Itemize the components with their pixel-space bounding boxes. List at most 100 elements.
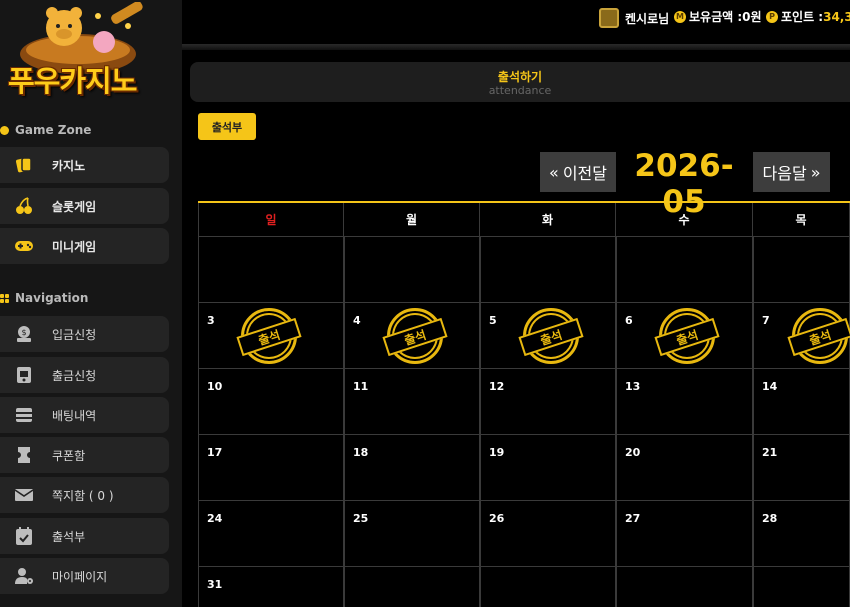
calendar-day-cell: 13 bbox=[616, 369, 753, 435]
calendar-day-cell bbox=[616, 237, 753, 303]
attendance-stamp-icon: 출석 bbox=[654, 308, 720, 364]
calendar-day-cell: 14 bbox=[753, 369, 850, 435]
calendar-day-cell: 26 bbox=[480, 501, 616, 567]
balance-info: M 보유금액 : 0원 bbox=[674, 8, 762, 25]
prev-month-button[interactable]: « 이전달 bbox=[540, 152, 616, 192]
calendar-day-cell: 7 출석 bbox=[753, 303, 850, 369]
sidebar-item-minigame[interactable]: 미니게임 bbox=[0, 228, 169, 264]
stamp-text: 출석 bbox=[382, 317, 448, 357]
day-number: 20 bbox=[625, 446, 641, 459]
point-icon: P bbox=[766, 10, 778, 23]
calendar-day-cell: 3 출석 bbox=[198, 303, 344, 369]
sidebar-item-label: 출금신청 bbox=[52, 368, 97, 383]
day-number: 5 bbox=[489, 314, 497, 327]
calendar-day-cell: 5 출석 bbox=[480, 303, 616, 369]
sidebar-item-withdraw[interactable]: 출금신청 bbox=[0, 357, 169, 393]
withdraw-icon bbox=[14, 365, 34, 385]
day-number: 25 bbox=[353, 512, 369, 525]
calendar-day-cell bbox=[480, 237, 616, 303]
calendar-day-cell: 11 bbox=[344, 369, 480, 435]
attendance-calendar: 일 월 화 수 목 3 출석 4 출석 5 출석 6 출석 7 출석 10 11 12 13 14 17 18 19 20 21… bbox=[198, 201, 850, 607]
sidebar-item-slot[interactable]: 슬롯게임 bbox=[0, 188, 169, 224]
page-header: 출석하기 attendance bbox=[190, 62, 850, 102]
next-month-button[interactable]: 다음달 » bbox=[753, 152, 830, 192]
sidebar-item-betting-history[interactable]: 배팅내역 bbox=[0, 397, 169, 433]
day-number: 28 bbox=[762, 512, 778, 525]
attendance-book-button[interactable]: 출석부 bbox=[198, 113, 256, 140]
points-value: 34,30 bbox=[823, 9, 850, 24]
double-chevron-left-icon: « bbox=[549, 162, 559, 182]
weekday-header: 월 bbox=[344, 203, 480, 237]
gamepad-icon bbox=[14, 236, 34, 256]
day-number: 12 bbox=[489, 380, 505, 393]
calendar-day-cell bbox=[344, 567, 480, 607]
logo-text[interactable]: 푸우카지노 bbox=[8, 58, 137, 100]
attendance-stamp-icon: 출석 bbox=[382, 308, 448, 364]
sidebar-item-label: 마이페이지 bbox=[52, 569, 108, 584]
day-number: 19 bbox=[489, 446, 505, 459]
page-title: 출석하기 bbox=[497, 70, 543, 84]
calendar-day-cell: 4 출석 bbox=[344, 303, 480, 369]
navigation-title-label: Navigation bbox=[15, 291, 89, 305]
calendar-day-cell: 31 bbox=[198, 567, 344, 607]
day-number: 18 bbox=[353, 446, 369, 459]
attendance-stamp-icon: 출석 bbox=[518, 308, 584, 364]
user-info[interactable]: 켄시로님 bbox=[599, 8, 669, 28]
next-month-label: 다음달 bbox=[762, 164, 807, 183]
sidebar-item-label: 쪽지함 ( 0 ) bbox=[52, 488, 114, 503]
day-number: 24 bbox=[207, 512, 223, 525]
app-root: 푸우카지노 Game Zone 카지노 슬롯게임 미니게임 Navigation… bbox=[0, 0, 850, 607]
day-number: 27 bbox=[625, 512, 641, 525]
attendance-stamp-icon: 출석 bbox=[236, 308, 302, 364]
username: 켄시로님 bbox=[625, 11, 670, 26]
stamp-text: 출석 bbox=[236, 317, 302, 357]
calendar-day-cell: 28 bbox=[753, 501, 850, 567]
balance-value: 0원 bbox=[742, 10, 762, 24]
stamp-text: 출석 bbox=[518, 317, 584, 357]
sidebar-item-attendance[interactable]: 출석부 bbox=[0, 518, 169, 554]
day-number: 7 bbox=[762, 314, 770, 327]
calendar-day-cell bbox=[198, 237, 344, 303]
calendar-day-cell: 18 bbox=[344, 435, 480, 501]
day-number: 13 bbox=[625, 380, 641, 393]
calendar-day-cell: 19 bbox=[480, 435, 616, 501]
day-number: 17 bbox=[207, 446, 223, 459]
betting-history-icon bbox=[14, 405, 34, 425]
game-zone-title: Game Zone bbox=[0, 123, 91, 137]
weekday-header: 수 bbox=[616, 203, 753, 237]
sidebar-item-deposit[interactable]: $ 입금신청 bbox=[0, 316, 169, 352]
day-number: 6 bbox=[625, 314, 633, 327]
calendar-day-cell: 21 bbox=[753, 435, 850, 501]
cherry-icon bbox=[14, 196, 34, 216]
calendar-day-cell: 27 bbox=[616, 501, 753, 567]
page-subtitle: attendance bbox=[488, 84, 552, 97]
calendar-day-cell: 17 bbox=[198, 435, 344, 501]
svg-text:$: $ bbox=[21, 328, 26, 337]
calendar-check-icon bbox=[14, 526, 34, 546]
sidebar-item-casino[interactable]: 카지노 bbox=[0, 147, 169, 183]
sidebar-item-label: 쿠폰함 bbox=[52, 448, 86, 463]
points-label: 포인트 : bbox=[781, 10, 824, 24]
points-info: P 포인트 : 34,30 bbox=[766, 8, 850, 25]
calendar-day-cell bbox=[344, 237, 480, 303]
sidebar-item-mypage[interactable]: 마이페이지 bbox=[0, 558, 169, 594]
double-chevron-right-icon: » bbox=[810, 162, 821, 182]
sidebar-item-label: 슬롯게임 bbox=[52, 199, 97, 214]
calendar-day-cell bbox=[480, 567, 616, 607]
day-number: 26 bbox=[489, 512, 505, 525]
grid-icon bbox=[0, 293, 9, 303]
navigation-title: Navigation bbox=[0, 291, 88, 305]
sidebar-item-label: 배팅내역 bbox=[52, 408, 97, 423]
attendance-stamp-icon: 출석 bbox=[787, 308, 850, 364]
treasure-chest-icon bbox=[599, 8, 619, 28]
calendar-day-cell: 20 bbox=[616, 435, 753, 501]
sidebar-item-label: 입금신청 bbox=[52, 327, 97, 342]
calendar-day-cell: 12 bbox=[480, 369, 616, 435]
coin-icon bbox=[0, 125, 9, 135]
day-number: 21 bbox=[762, 446, 778, 459]
game-zone-title-label: Game Zone bbox=[15, 123, 92, 137]
sidebar-item-messages[interactable]: 쪽지함 ( 0 ) bbox=[0, 477, 169, 513]
sidebar-item-coupon[interactable]: 쿠폰함 bbox=[0, 437, 169, 473]
calendar-day-cell: 25 bbox=[344, 501, 480, 567]
calendar-day-cell bbox=[753, 237, 850, 303]
